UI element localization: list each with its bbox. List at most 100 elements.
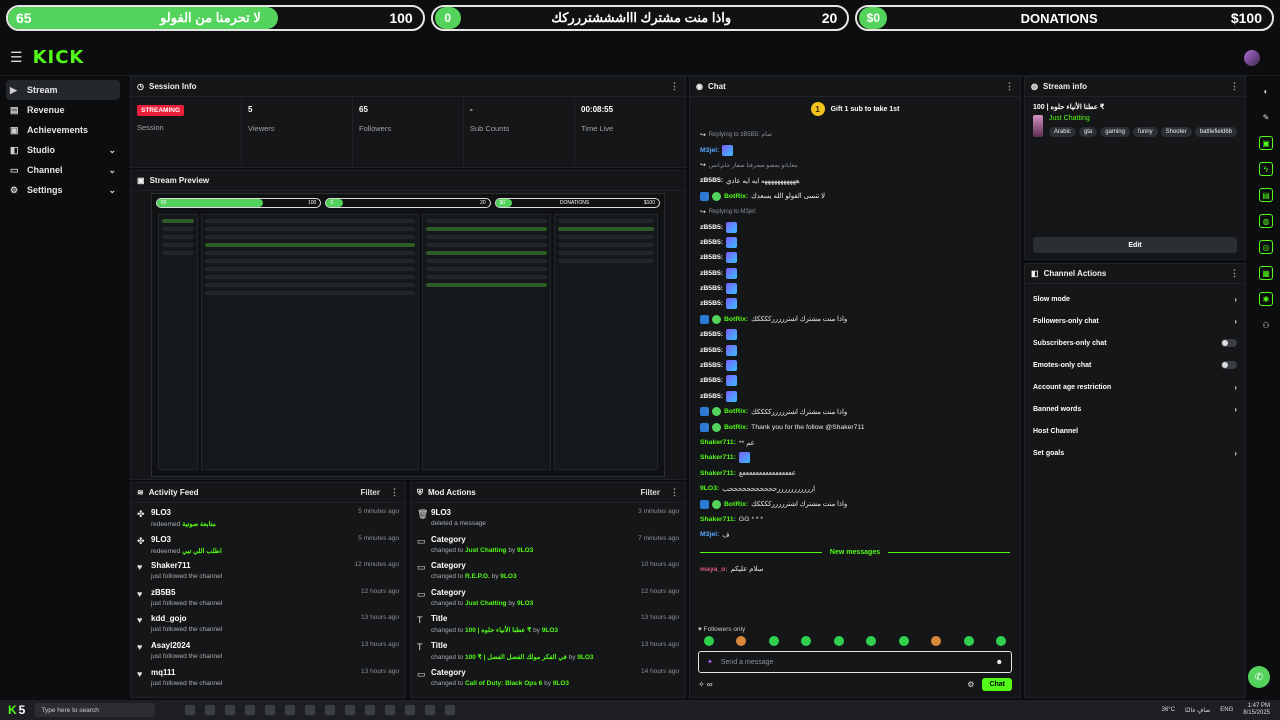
stream-tag[interactable]: Shooter <box>1160 127 1192 137</box>
emote-icon[interactable] <box>866 636 877 646</box>
moon-icon[interactable]: ◐ <box>1259 84 1273 98</box>
wrench-icon[interactable]: ✱ <box>1259 292 1273 306</box>
edit-button[interactable]: Edit <box>1033 237 1237 253</box>
chat-username[interactable]: zB5B5: <box>700 254 723 261</box>
chat-username[interactable]: zB5B5: <box>700 270 723 277</box>
clock[interactable]: 1:47 PM 8/15/2025 <box>1243 703 1270 717</box>
app-icon[interactable] <box>445 705 456 715</box>
mod-action-user[interactable]: 9LO3 <box>577 654 593 661</box>
more-icon[interactable]: ⋮ <box>1230 268 1239 279</box>
language[interactable]: ENG <box>1220 707 1233 713</box>
bolt-icon[interactable]: ϟ <box>1259 162 1273 176</box>
channel-action-subscribers-only-chat[interactable]: Subscribers-only chat <box>1025 332 1245 354</box>
chat-username[interactable]: zB5B5: <box>700 285 723 292</box>
chat-username[interactable]: BotRix: <box>724 424 748 431</box>
sidebar-item-achievements[interactable]: ▣ Achievements <box>6 120 120 140</box>
filter-button[interactable]: Filter <box>360 488 380 497</box>
gear-icon[interactable]: ⚙ <box>967 680 974 689</box>
activity-item[interactable]: ✤ 9LO3 redeemed اطلب اللي تبي 5 minutes ago <box>131 530 405 557</box>
app-icon[interactable] <box>385 705 396 715</box>
chat-username[interactable]: zB5B5: <box>700 239 723 246</box>
kick-logo[interactable]: KICK <box>33 47 85 68</box>
chat-username[interactable]: zB5B5: <box>700 347 723 354</box>
category-name[interactable]: Just Chatting <box>1049 115 1237 122</box>
chat-username[interactable]: maya_o: <box>700 566 728 573</box>
mod-action-item[interactable]: ▭ Category changed to Just Chatting by 9LO… <box>411 530 685 557</box>
app-icon[interactable] <box>405 705 416 715</box>
message-icon[interactable]: ◍ <box>1259 214 1273 228</box>
emote-icon[interactable] <box>898 636 909 646</box>
chat-username[interactable]: M3jel: <box>700 531 719 538</box>
channel-action-set-goals[interactable]: Set goals › <box>1025 442 1245 464</box>
chat-username[interactable]: zB5B5: <box>700 177 723 184</box>
more-icon[interactable]: ⋮ <box>670 487 679 498</box>
chat-username[interactable]: BotRix: <box>724 193 748 200</box>
activity-user[interactable]: zB5B5 <box>151 588 361 597</box>
activity-user[interactable]: mq111 <box>151 668 361 677</box>
channel-action-slow-mode[interactable]: Slow mode › <box>1025 288 1245 310</box>
infinity-icon[interactable]: ✧ ∞ <box>698 680 713 689</box>
menu-icon[interactable]: ☰ <box>10 49 23 66</box>
app-icon[interactable] <box>345 705 356 715</box>
mod-action-item[interactable]: T Title changed to عطنا الأنياء حلوه | 100… <box>411 609 685 636</box>
activity-item[interactable]: ✤ 9LO3 redeemed متابعة صوتية 5 minutes ago <box>131 503 405 530</box>
chat-username[interactable]: zB5B5: <box>700 393 723 400</box>
activity-item[interactable]: ♥ mq111 just followed the channel 13 hours … <box>131 663 405 690</box>
mod-action-item[interactable]: 🗑 9LO3 deleted a message 3 minutes ago <box>411 503 685 530</box>
people-icon[interactable]: ⚇ <box>1259 318 1273 332</box>
chat-username[interactable]: zB5B5: <box>700 300 723 307</box>
channel-action-followers-only-chat[interactable]: Followers-only chat › <box>1025 310 1245 332</box>
chat-username[interactable]: Shaker711: <box>700 470 736 477</box>
channel-action-account-age-restriction[interactable]: Account age restriction › <box>1025 376 1245 398</box>
activity-user[interactable]: Shaker711 <box>151 561 355 570</box>
more-icon[interactable]: ⋮ <box>1005 81 1014 92</box>
channel-action-banned-words[interactable]: Banned words › <box>1025 398 1245 420</box>
chat-username[interactable]: zB5B5: <box>700 224 723 231</box>
stream-tag[interactable]: battlefield6b <box>1194 127 1237 137</box>
activity-item[interactable]: ♥ kdd_gojo just followed the channel 13 hou… <box>131 609 405 636</box>
emote-icon[interactable] <box>995 636 1006 646</box>
activity-item[interactable]: ♥ Asayl2024 just followed the channel 13 ho… <box>131 636 405 663</box>
more-icon[interactable]: ⋮ <box>1230 81 1239 92</box>
sidebar-item-channel[interactable]: ▭ Channel ⌄ <box>6 160 120 180</box>
sidebar-item-studio[interactable]: ◧ Studio ⌄ <box>6 140 120 160</box>
chat-input[interactable]: ✦ Send a message ☻ <box>698 651 1012 673</box>
emote-icon[interactable] <box>963 636 974 646</box>
channel-action-emotes-only-chat[interactable]: Emotes-only chat <box>1025 354 1245 376</box>
stream-preview-video[interactable]: 65 100 0 20 $0 DONATIONS $100 <box>151 193 665 477</box>
activity-user[interactable]: 9LO3 <box>151 508 358 517</box>
chat-username[interactable]: Shaker711: <box>700 516 736 523</box>
sidebar-item-revenue[interactable]: ▤ Revenue <box>6 100 120 120</box>
chat-username[interactable]: BotRix: <box>724 408 748 415</box>
app-icon[interactable] <box>305 705 316 715</box>
activity-item[interactable]: ♥ Shaker711 just followed the channel 12 mi… <box>131 556 405 583</box>
broadcast-icon[interactable]: ◎ <box>1259 240 1273 254</box>
activity-user[interactable]: 9LO3 <box>151 535 358 544</box>
app-icon[interactable] <box>185 705 196 715</box>
chat-username[interactable]: Shaker711: <box>700 439 736 446</box>
mod-action-user[interactable]: 9LO3 <box>500 573 516 580</box>
chat-username[interactable]: M3jel: <box>700 147 719 154</box>
chat-username[interactable]: zB5B5: <box>700 377 723 384</box>
stream-tag[interactable]: gta <box>1078 127 1098 137</box>
app-icon[interactable] <box>425 705 436 715</box>
emoji-icon[interactable]: ☻ <box>996 659 1003 666</box>
chat-username[interactable]: BotRix: <box>724 316 748 323</box>
mod-action-user[interactable]: 9LO3 <box>553 680 569 687</box>
taskbar-search[interactable]: Type here to search <box>35 703 156 717</box>
avatar[interactable] <box>1244 49 1260 66</box>
layout-icon[interactable]: ▦ <box>1259 266 1273 280</box>
emote-icon[interactable] <box>736 636 747 646</box>
stream-tag[interactable]: gaming <box>1100 127 1130 137</box>
mod-action-user[interactable]: 9LO3 <box>517 547 533 554</box>
emote-icon[interactable] <box>704 636 714 646</box>
stream-tag[interactable]: funny <box>1132 127 1158 137</box>
new-messages-divider[interactable]: New messages <box>700 549 1011 556</box>
spark-icon[interactable]: ✦ <box>707 658 713 666</box>
sidebar-item-settings[interactable]: ⚙ Settings ⌄ <box>6 180 120 200</box>
more-icon[interactable]: ⋮ <box>670 81 679 92</box>
emote-icon[interactable] <box>801 636 812 646</box>
app-icon[interactable] <box>245 705 256 715</box>
toggle-switch[interactable] <box>1221 361 1237 369</box>
kick-taskbar-icon[interactable]: K <box>8 703 17 717</box>
